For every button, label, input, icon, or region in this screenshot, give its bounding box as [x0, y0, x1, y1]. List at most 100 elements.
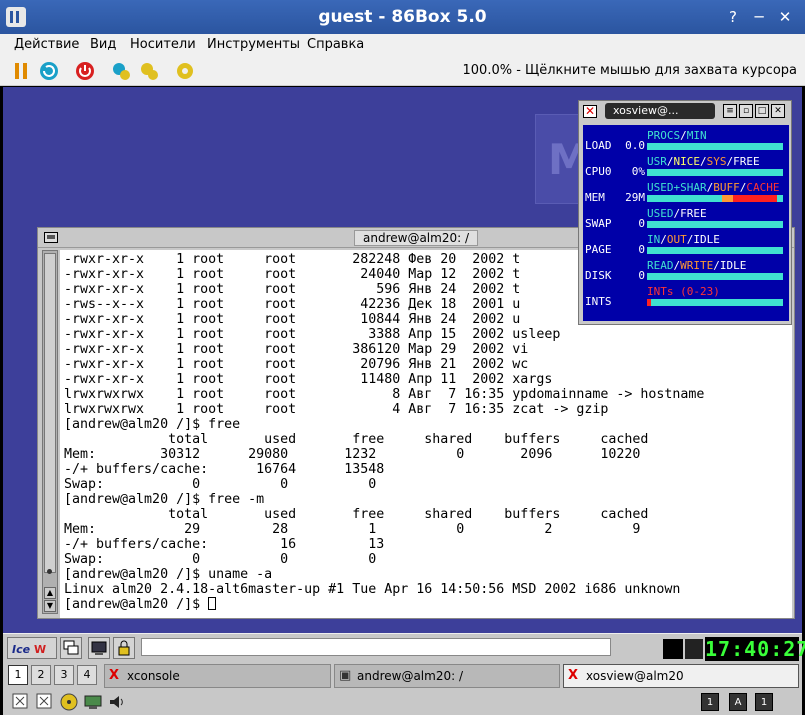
maximize-icon[interactable]: □ — [755, 104, 769, 118]
meter-label: PAGE — [585, 243, 612, 256]
meter-bar — [647, 195, 783, 202]
task-xosview[interactable]: Xxosview@alm20 — [563, 664, 799, 688]
menu-action[interactable]: Действие — [14, 37, 79, 52]
desktop-2-button[interactable]: 2 — [31, 665, 51, 685]
meter-mem: MEM 29M USED+SHAR/BUFF/CACHE — [583, 181, 789, 207]
xterm-scrollbar[interactable]: ▲ ▼ — [42, 250, 58, 614]
legend-part: / — [660, 233, 667, 246]
window-list-button[interactable] — [60, 637, 82, 659]
network-icon[interactable] — [11, 692, 31, 712]
power-button[interactable] — [74, 60, 96, 82]
start-menu-button[interactable]: Ice W — [7, 637, 57, 659]
ctrl-alt-esc-button[interactable] — [138, 60, 160, 82]
task-xterm[interactable]: ▣ andrew@alm20: / — [334, 664, 560, 688]
meter-bar — [647, 273, 783, 280]
ctrl-alt-del-button[interactable] — [110, 60, 132, 82]
legend-part: IDLE — [693, 233, 720, 246]
menu-help[interactable]: Справка — [307, 37, 364, 52]
terminal-line: Mem: 30312 29080 1232 0 2096 10220 — [64, 447, 641, 462]
terminal-line: Swap: 0 0 0 — [64, 552, 377, 567]
xosview-title: xosview@... — [605, 103, 715, 119]
terminal-prompt-line[interactable]: [andrew@alm20 /]$ — [64, 597, 792, 612]
xosview-window[interactable]: ✕ xosview@... ≡ ▫ □ ✕ LOAD 0.0 PROCS/MIN CP… — [578, 100, 792, 325]
scrollbar-thumb[interactable] — [44, 253, 56, 573]
menu-tools[interactable]: Инструменты — [207, 37, 300, 52]
terminal-line: -/+ buffers/cache: 16 13 — [64, 537, 385, 552]
legend-part: CACHE — [746, 181, 780, 194]
address-field[interactable] — [141, 638, 611, 656]
terminal-line: -rwxr-xr-x 1 root root 386120 Мар 29 200… — [64, 342, 529, 357]
menu-bar: Действие Вид Носители Инструменты Справк… — [0, 34, 805, 56]
pause-button[interactable] — [10, 60, 32, 82]
desktop-1-button[interactable]: 1 — [8, 665, 28, 685]
menu-media[interactable]: Носители — [130, 37, 196, 52]
task-label: xconsole — [127, 669, 180, 683]
terminal-line: -rwxr-xr-x 1 root root 11480 Апр 11 2002… — [64, 372, 553, 387]
minimize-button[interactable]: ─ — [748, 6, 770, 28]
meter-legend: READ/WRITE/IDLE — [647, 259, 746, 272]
close-button[interactable]: ✕ — [774, 6, 796, 28]
scroll-up-icon[interactable]: ▲ — [44, 587, 56, 599]
clock[interactable]: 17:40:27 — [705, 637, 805, 661]
cd-icon[interactable] — [59, 692, 79, 712]
cpu-monitor-icon — [685, 639, 703, 659]
reset-button[interactable] — [38, 60, 60, 82]
meter-label: CPU0 — [585, 165, 612, 178]
disk-icon[interactable] — [83, 692, 103, 712]
meter-label: INTS — [585, 295, 612, 308]
scroll-down-icon[interactable]: ▼ — [44, 600, 56, 612]
meter-bar — [647, 221, 783, 228]
svg-text:W: W — [34, 643, 46, 656]
meter-legend: USED+SHAR/BUFF/CACHE — [647, 181, 779, 194]
settings-button[interactable] — [174, 60, 196, 82]
terminal-launcher-button[interactable] — [88, 637, 110, 659]
legend-part: / — [666, 155, 674, 168]
menu-view[interactable]: Вид — [90, 37, 116, 52]
terminal-line: -rwxr-xr-x 1 root root 3388 Апр 15 2002 … — [64, 327, 561, 342]
legend-part: OUT — [666, 233, 687, 246]
lock-screen-button[interactable] — [113, 637, 135, 659]
terminal-line: Linux alm20 2.4.18-alt6master-up #1 Tue … — [64, 582, 681, 597]
x-icon: X — [109, 668, 120, 683]
window-title: guest - 86Box 5.0 — [318, 7, 487, 27]
legend-part: INTs (0-23) — [647, 285, 720, 298]
monitor-icon — [91, 641, 107, 655]
desktop-3-button[interactable]: 3 — [54, 665, 74, 685]
desktop-4-button[interactable]: 4 — [77, 665, 97, 685]
meter-fill — [733, 195, 777, 202]
meter-bar — [647, 299, 783, 306]
terminal-line: -rwxr-xr-x 1 root root 20796 Янв 21 2002… — [64, 357, 529, 372]
title-bar: guest - 86Box 5.0 ? ─ ✕ — [0, 0, 805, 34]
gear-reset-icon — [113, 63, 130, 80]
meter-label: SWAP — [585, 217, 612, 230]
help-icon[interactable]: ? — [722, 6, 744, 28]
start-logo-icon: Ice W — [12, 643, 46, 656]
legend-part: BUFF — [713, 181, 740, 194]
meter-label: LOAD — [585, 139, 612, 152]
meter-legend: IN/OUT/IDLE — [647, 233, 720, 246]
legend-part: MIN — [686, 129, 707, 142]
meter-swap: SWAP 0 USED/FREE — [583, 207, 789, 233]
file-icon[interactable] — [35, 692, 55, 712]
x-icon: X — [568, 668, 579, 683]
xosview-titlebar[interactable]: ✕ xosview@... ≡ ▫ □ ✕ — [579, 101, 791, 121]
meter-disk: DISK 0 READ/WRITE/IDLE — [583, 259, 789, 285]
meter-value: 0% — [631, 165, 645, 178]
guest-screen[interactable]: M andrew@alm20: / ▲ ▼ -rwxr-xr-x 1 root … — [3, 87, 802, 715]
meter-legend: USED/FREE — [647, 207, 707, 220]
close-window-icon[interactable]: ✕ — [771, 104, 785, 118]
task-label: andrew@alm20: / — [357, 669, 463, 683]
legend-part: USR — [647, 155, 667, 168]
legend-part: READ — [647, 259, 674, 272]
xterm-title: andrew@alm20: / — [354, 230, 478, 246]
minimize-icon[interactable]: ▫ — [739, 104, 753, 118]
terminal-line: lrwxrwxrwx 1 root root 4 Авг 7 16:35 zca… — [64, 402, 609, 417]
meter-value: 0 — [638, 243, 645, 256]
meter-value: 0.0 — [625, 139, 645, 152]
terminal-line: [andrew@alm20 /]$ free -m — [64, 492, 265, 507]
close-icon[interactable]: ✕ — [583, 105, 597, 118]
sound-icon[interactable] — [107, 692, 127, 712]
task-xconsole[interactable]: Xxconsole — [104, 664, 331, 688]
mailbox-icon — [663, 639, 683, 659]
shade-icon[interactable]: ≡ — [723, 104, 737, 118]
